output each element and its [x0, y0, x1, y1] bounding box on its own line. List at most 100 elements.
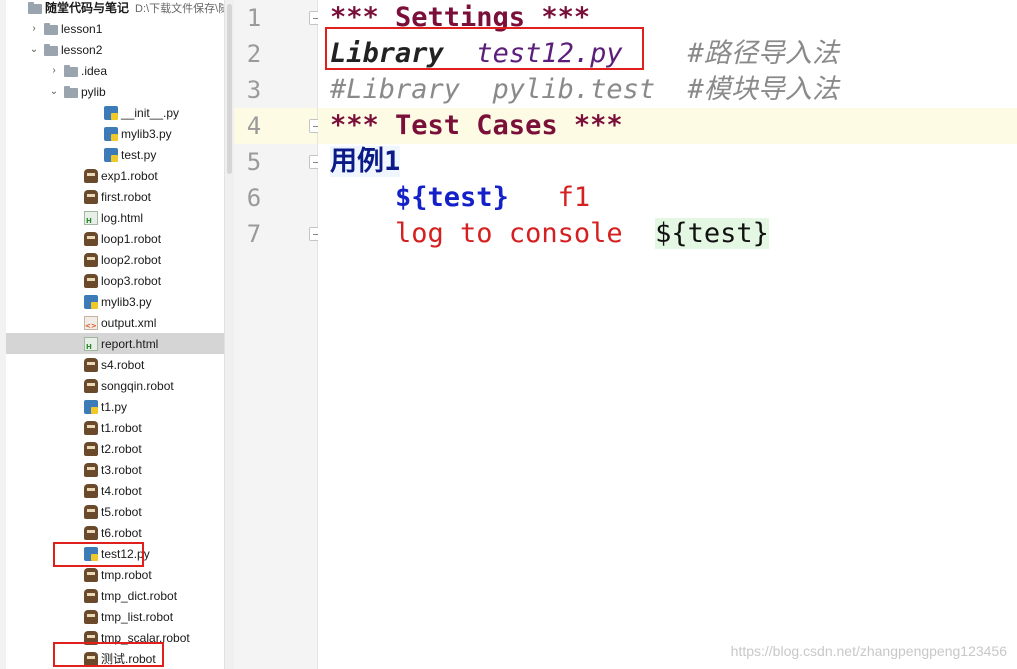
robot-file-icon — [84, 420, 98, 435]
tree-item-label: tmp_dict.robot — [101, 588, 178, 603]
editor-gutter: 1 2 3 4 5 6 7 — [234, 0, 323, 669]
robot-file-icon — [84, 168, 98, 183]
tree-item-label: pylib — [81, 84, 106, 99]
tree-item[interactable]: mylib3.py — [6, 123, 224, 144]
code-line[interactable]: *** Test Cases *** — [318, 108, 1017, 144]
tree-item-label: report.html — [101, 336, 159, 351]
code-token: ${test} — [395, 182, 509, 213]
tree-item[interactable]: tmp_dict.robot — [6, 585, 224, 606]
chevron-right-icon[interactable]: › — [28, 23, 40, 34]
code-token: #路径导入法 — [687, 38, 839, 69]
tree-item-label: loop2.robot — [101, 252, 162, 267]
tree-item[interactable]: exp1.robot — [6, 165, 224, 186]
tree-item-label: tmp.robot — [101, 567, 152, 582]
python-file-icon — [84, 294, 98, 309]
python-file-icon — [104, 126, 118, 141]
tree-item-label: mylib3.py — [101, 294, 152, 309]
chevron-down-icon[interactable]: ⌄ — [48, 86, 60, 97]
tree-item-label: mylib3.py — [121, 126, 172, 141]
tree-item-label: s4.robot — [101, 357, 145, 372]
watermark: https://blog.csdn.net/zhangpengpeng12345… — [730, 643, 1007, 659]
chevron-down-icon[interactable]: ⌄ — [28, 44, 40, 55]
robot-file-icon — [84, 504, 98, 519]
tree-item[interactable]: t5.robot — [6, 501, 224, 522]
line-number: 1 — [246, 4, 262, 32]
tree-item-label: t6.robot — [101, 525, 142, 540]
tree-item[interactable]: › lesson1 — [6, 18, 224, 39]
tree-item[interactable]: ⌄ pylib — [6, 81, 224, 102]
robot-file-icon — [84, 567, 98, 582]
tree-item[interactable]: output.xml — [6, 312, 224, 333]
tree-scroll-thumb[interactable] — [227, 4, 232, 174]
robot-file-icon — [84, 189, 98, 204]
tree-item[interactable]: tmp.robot — [6, 564, 224, 585]
line-number: 4 — [246, 112, 262, 140]
tree-item-label: .idea — [81, 63, 108, 78]
code-line[interactable]: #Library pylib.test #模块导入法 — [318, 72, 1017, 108]
code-token: #Library pylib.test #模块导入法 — [330, 74, 839, 105]
code-token: f1 — [557, 182, 591, 213]
code-token: ${test} — [655, 218, 769, 249]
tree-item-label: songqin.robot — [101, 378, 174, 393]
code-token: log to console — [395, 218, 623, 249]
robot-file-icon — [84, 357, 98, 372]
python-file-icon — [104, 147, 118, 162]
tree-item-label: tmp_list.robot — [101, 609, 174, 624]
html-file-icon — [84, 210, 98, 225]
tree-item[interactable]: t1.robot — [6, 417, 224, 438]
tree-item-label: loop1.robot — [101, 231, 162, 246]
project-tree: 随堂代码与笔记 D:\下载文件保存\随 › lesson1 ⌄ lesson2 › .id… — [0, 0, 224, 669]
tree-item[interactable]: s4.robot — [6, 354, 224, 375]
tree-item-label: output.xml — [101, 315, 157, 330]
robot-file-icon — [84, 378, 98, 393]
tree-item[interactable]: log.html — [6, 207, 224, 228]
tree-item[interactable]: › .idea — [6, 60, 224, 81]
tree-item-label: first.robot — [101, 189, 152, 204]
tree-item[interactable]: test.py — [6, 144, 224, 165]
tree-scrollbar[interactable] — [224, 0, 234, 669]
tree-item[interactable]: report.html — [6, 333, 224, 354]
tree-item[interactable]: t2.robot — [6, 438, 224, 459]
python-file-icon — [104, 105, 118, 120]
tree-item[interactable]: __init__.py — [6, 102, 224, 123]
tree-item[interactable]: loop1.robot — [6, 228, 224, 249]
line-number: 3 — [246, 76, 262, 104]
xml-file-icon — [84, 315, 98, 330]
line-number: 5 — [246, 148, 262, 176]
tree-item[interactable]: first.robot — [6, 186, 224, 207]
code-editor[interactable]: *** Settings *** Library test12.py #路径导入法… — [318, 0, 1017, 669]
code-line[interactable]: log to console ${test} — [318, 216, 1017, 252]
code-line[interactable]: ${test} f1 — [318, 180, 1017, 216]
code-line[interactable]: 用例1 — [318, 144, 1017, 180]
folder-icon — [28, 1, 42, 14]
folder-icon — [44, 22, 58, 35]
tree-root[interactable]: 随堂代码与笔记 D:\下载文件保存\随 — [6, 0, 224, 18]
tree-item[interactable]: loop2.robot — [6, 249, 224, 270]
line-number: 6 — [246, 184, 262, 212]
chevron-right-icon[interactable]: › — [48, 65, 60, 76]
robot-file-icon — [84, 483, 98, 498]
tree-item[interactable]: t4.robot — [6, 480, 224, 501]
tree-item[interactable]: t1.py — [6, 396, 224, 417]
line-number: 7 — [246, 220, 262, 248]
folder-icon — [64, 85, 78, 98]
tree-item-label: t2.robot — [101, 441, 142, 456]
tree-item[interactable]: ⌄ lesson2 — [6, 39, 224, 60]
highlight-box-ceshi — [53, 642, 164, 667]
tree-item-label: exp1.robot — [101, 168, 158, 183]
tree-item[interactable]: t6.robot — [6, 522, 224, 543]
code-token: *** Test Cases *** — [330, 110, 623, 141]
tree-item[interactable]: mylib3.py — [6, 291, 224, 312]
line-number: 2 — [246, 40, 262, 68]
tree-item[interactable]: t3.robot — [6, 459, 224, 480]
tree-root-label: 随堂代码与笔记 — [45, 1, 130, 15]
tree-root-path: D:\下载文件保存\随 — [135, 2, 224, 15]
tree-item[interactable]: loop3.robot — [6, 270, 224, 291]
tree-item[interactable]: songqin.robot — [6, 375, 224, 396]
tree-item[interactable]: tmp_list.robot — [6, 606, 224, 627]
tree-item-label: loop3.robot — [101, 273, 162, 288]
tree-item-label: __init__.py — [121, 105, 180, 120]
